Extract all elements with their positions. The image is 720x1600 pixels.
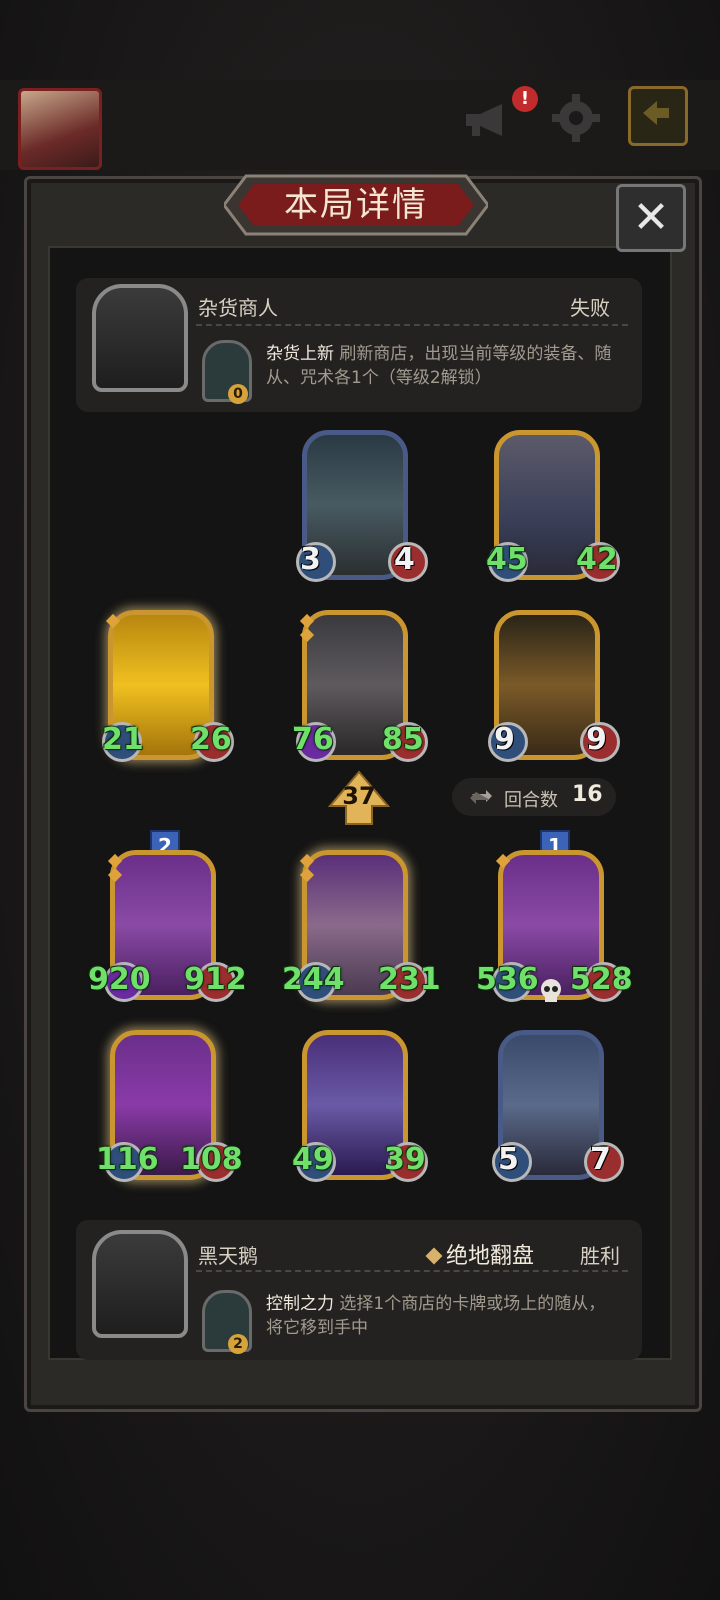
card-health: 108 — [180, 1142, 243, 1177]
card-health: 4 — [394, 542, 415, 577]
player-hero-portrait[interactable] — [92, 1230, 188, 1338]
card-attack: 9 — [494, 722, 515, 757]
opponent-hero-portrait[interactable] — [92, 284, 188, 392]
card-attack: 5 — [498, 1142, 519, 1177]
card-health: 39 — [384, 1142, 426, 1177]
card-health: 85 — [382, 722, 424, 757]
turn-value: 16 — [572, 782, 603, 807]
card-attack: 536 — [476, 962, 539, 997]
player-avatar[interactable] — [18, 88, 102, 170]
announcement-horn-icon[interactable] — [462, 100, 514, 140]
card-health: 7 — [590, 1142, 611, 1177]
alert-badge: ! — [512, 86, 538, 112]
player-skill-cost: 2 — [228, 1334, 248, 1354]
dialog-title: 本局详情 — [284, 185, 428, 225]
card-health: 231 — [378, 962, 441, 997]
opponent-result: 失败 — [570, 296, 610, 320]
gear-icon[interactable] — [550, 92, 602, 144]
card-attack: 3 — [300, 542, 321, 577]
player-result: 胜利 — [580, 1244, 620, 1268]
divider — [196, 324, 628, 326]
opponent-hero-name: 杂货商人 — [198, 296, 278, 320]
card-health: 26 — [190, 722, 232, 757]
player-skill-name: 控制之力 — [266, 1294, 334, 1314]
exit-button[interactable] — [628, 86, 688, 146]
card-attack: 45 — [486, 542, 528, 577]
card-attack: 244 — [282, 962, 345, 997]
card-attack: 21 — [102, 722, 144, 757]
turn-label: 回合数 — [504, 790, 558, 811]
card-attack: 116 — [96, 1142, 159, 1177]
card-health: 528 — [570, 962, 633, 997]
card-health: 9 — [586, 722, 607, 757]
opponent-skill-cost: 0 — [228, 384, 248, 404]
level-value: 37 — [342, 782, 376, 810]
card-attack: 76 — [292, 722, 334, 757]
top-bar — [0, 80, 720, 170]
skull-icon — [541, 979, 561, 1002]
opponent-skill-name: 杂货上新 — [266, 344, 334, 364]
player-hero-name: 黑天鹅 — [198, 1244, 258, 1268]
divider — [196, 1270, 628, 1272]
arrow-left-icon — [643, 101, 669, 125]
final-move-label: 绝地翻盘 — [446, 1244, 535, 1269]
close-icon: ✕ — [632, 192, 670, 243]
cycle-arrows-icon — [470, 790, 492, 804]
card-attack: 920 — [88, 962, 151, 997]
player-skill-description: 控制之力 选择1个商店的卡牌或场上的随从，将它移到手中 — [266, 1292, 616, 1340]
opponent-skill-description: 杂货上新 刷新商店，出现当前等级的装备、随从、咒术各1个（等级2解锁） — [266, 342, 616, 390]
close-button[interactable]: ✕ — [616, 184, 686, 252]
card-health: 912 — [184, 962, 247, 997]
card-attack: 49 — [292, 1142, 334, 1177]
card-health: 42 — [576, 542, 618, 577]
